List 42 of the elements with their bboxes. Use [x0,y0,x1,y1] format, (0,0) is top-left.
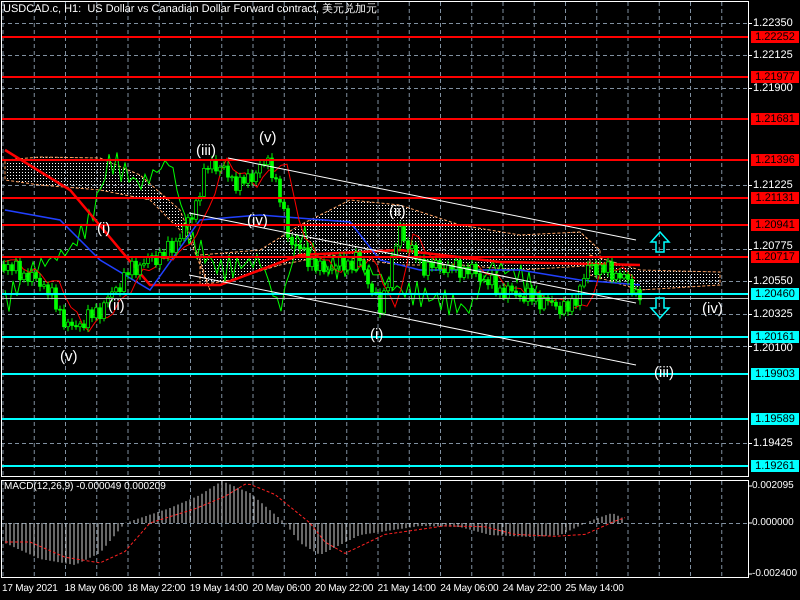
price-level-label: 1.20941 [751,219,799,231]
price-tick: 1.19425 [753,438,793,448]
indicator-label: MACD(12,26,9) -0.000049 0.000209 [4,481,166,493]
price-level-label: 1.22252 [751,31,799,43]
time-tick: 18 May 06:00 [64,583,123,595]
price-tick: 1.22125 [753,50,793,60]
wave-label: (v) [60,348,78,365]
price-tick: 1.20325 [753,309,793,319]
up-arrow-icon [649,230,671,253]
time-tick: 19 May 14:00 [190,583,248,595]
price-level-label: 1.19261 [751,460,799,472]
price-level-label: 1.21396 [751,154,799,166]
time-tick: 25 May 14:00 [565,583,624,595]
price-tick: 1.20100 [753,343,793,353]
price-level-label: 1.19589 [751,413,799,425]
wave-label: (iii) [196,142,216,159]
price-tick: 1.21900 [753,83,793,93]
time-tick: 20 May 06:00 [252,583,311,595]
time-tick: 20 May 22:00 [315,583,374,595]
price-level-label: 1.20717 [751,251,799,263]
price-tick: 1.22350 [753,18,793,28]
price-level-label: 1.21131 [751,192,799,204]
price-tick: 1.20775 [753,241,793,251]
price-level-label: 1.21977 [751,71,799,83]
time-tick: 21 May 14:00 [378,583,436,595]
time-tick: 24 May 06:00 [440,583,498,595]
price-level-label: 1.20460 [751,288,799,300]
price-level-label: 1.20161 [751,331,799,343]
chart-title: USDCAD.c, H1: US Dollar vs Canadian Dollar Forward contract, 美元兑加元 [3,3,378,16]
time-tick: 24 May 22:00 [502,583,561,595]
wave-label: (iv) [702,300,723,317]
price-level-label: 1.19903 [751,368,799,380]
wave-label: (v) [259,129,276,146]
indicator-tick: -0.002400 [752,568,798,580]
time-tick: 18 May 22:00 [127,583,186,595]
price-level-label: 1.21681 [751,113,799,125]
indicator-tick: 0.002095 [752,480,794,492]
down-arrow-icon [649,297,671,320]
price-tick: 1.21225 [753,180,793,190]
indicator-tick: 0.000000 [752,517,794,529]
time-tick: 17 May 2021 [2,583,58,595]
price-tick: 1.20550 [753,276,793,286]
